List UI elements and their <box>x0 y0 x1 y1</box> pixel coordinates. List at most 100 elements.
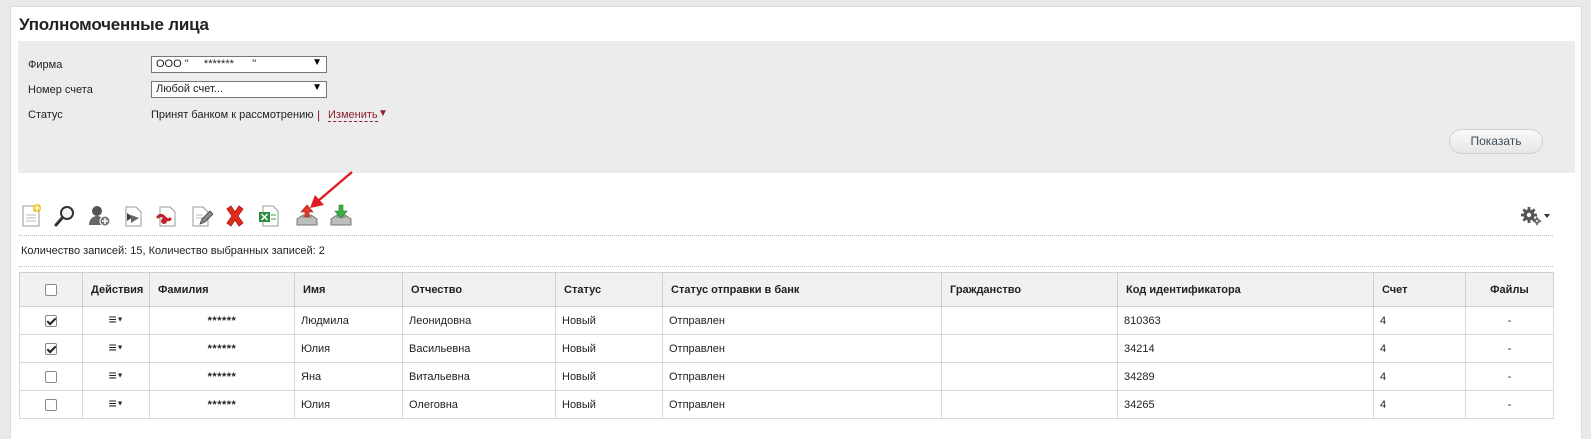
cell-account: 4 <box>1373 306 1466 335</box>
cell-id-code: 810363 <box>1117 306 1374 335</box>
status-change-link[interactable]: Изменить <box>328 109 378 122</box>
cell-patronymic: Витальевна <box>402 362 556 391</box>
table-row[interactable]: ≡▼ ****** Юлия Васильевна Новый Отправле… <box>19 334 1554 363</box>
cell-patronymic: Олеговна <box>402 390 556 419</box>
cell-patronymic: Васильевна <box>402 334 556 363</box>
actions-menu-icon[interactable]: ≡▼ <box>108 396 123 410</box>
add-person-icon[interactable] <box>87 203 111 229</box>
status-value: Принят банком к рассмотрению <box>151 109 314 121</box>
row-select-cell <box>19 362 83 391</box>
account-label: Номер счета <box>28 84 93 96</box>
cell-citizenship <box>941 390 1118 419</box>
firm-select[interactable]: ООО " ******* " ▼ <box>151 56 327 73</box>
cell-account: 4 <box>1373 390 1466 419</box>
actions-menu-icon[interactable]: ≡▼ <box>108 340 123 354</box>
show-button[interactable]: Показать <box>1449 129 1543 154</box>
row-actions-cell: ≡▼ <box>82 334 150 363</box>
select-all-checkbox[interactable] <box>45 283 57 296</box>
cell-status: Новый <box>555 390 663 419</box>
records-table: Действия Фамилия Имя Отчество Статус Ста… <box>19 272 1554 419</box>
excel-export-icon[interactable] <box>257 203 281 229</box>
cell-send-status: Отправлен <box>662 306 942 335</box>
filter-panel: Фирма ООО " ******* " ▼ Номер счета Любо… <box>18 41 1575 173</box>
filter-row-account: Номер счета Любой счет... ▼ <box>28 81 528 99</box>
cell-id-code: 34214 <box>1117 334 1374 363</box>
divider <box>19 266 1553 267</box>
remove-signature-icon[interactable] <box>155 203 179 229</box>
col-header-account[interactable]: Счет <box>1373 272 1466 307</box>
cell-files: - <box>1465 390 1554 419</box>
status-separator: | <box>317 108 321 122</box>
cell-send-status: Отправлен <box>662 334 942 363</box>
cell-name: Людмила <box>294 306 403 335</box>
annotation-arrow-icon <box>306 169 356 213</box>
cell-surname: ****** <box>149 306 295 335</box>
divider <box>19 235 1553 236</box>
cell-surname: ****** <box>149 334 295 363</box>
filter-row-firm: Фирма ООО " ******* " ▼ <box>28 56 528 74</box>
new-document-icon[interactable] <box>19 203 43 229</box>
edit-icon[interactable] <box>189 203 213 229</box>
col-header-status[interactable]: Статус <box>555 272 663 307</box>
col-header-name[interactable]: Имя <box>294 272 403 307</box>
row-select-cell <box>19 390 83 419</box>
actions-menu-icon[interactable]: ≡▼ <box>108 368 123 382</box>
cell-name: Юлия <box>294 334 403 363</box>
cell-id-code: 34265 <box>1117 390 1374 419</box>
row-checkbox[interactable] <box>45 398 57 411</box>
col-header-citizenship[interactable]: Гражданство <box>941 272 1118 307</box>
col-header-surname[interactable]: Фамилия <box>149 272 295 307</box>
cell-id-code: 34289 <box>1117 362 1374 391</box>
firm-label: Фирма <box>28 59 63 71</box>
chevron-down-icon[interactable]: ▼ <box>378 108 388 119</box>
filter-row-status: Статус Принят банком к рассмотрению | Из… <box>28 106 528 124</box>
cell-citizenship <box>941 334 1118 363</box>
cell-account: 4 <box>1373 362 1466 391</box>
row-actions-cell: ≡▼ <box>82 390 150 419</box>
col-header-actions[interactable]: Действия <box>82 272 150 307</box>
account-select-value: Любой счет... <box>156 83 223 95</box>
cell-surname: ****** <box>149 390 295 419</box>
sign-icon[interactable] <box>121 203 145 229</box>
table-row[interactable]: ≡▼ ****** Юлия Олеговна Новый Отправлен … <box>19 390 1554 419</box>
account-select[interactable]: Любой счет... ▼ <box>151 81 327 98</box>
row-select-cell <box>19 334 83 363</box>
cell-status: Новый <box>555 334 663 363</box>
gear-icon[interactable] <box>1519 206 1551 226</box>
col-header-id-code[interactable]: Код идентификатора <box>1117 272 1374 307</box>
cell-patronymic: Леонидовна <box>402 306 556 335</box>
status-label: Статус <box>28 109 63 121</box>
table-header-row: Действия Фамилия Имя Отчество Статус Ста… <box>19 272 1554 307</box>
cell-files: - <box>1465 362 1554 391</box>
row-actions-cell: ≡▼ <box>82 362 150 391</box>
dropdown-arrow-icon: ▼ <box>312 82 322 93</box>
col-header-patronymic[interactable]: Отчество <box>402 272 556 307</box>
row-actions-cell: ≡▼ <box>82 306 150 335</box>
row-checkbox[interactable] <box>45 314 57 327</box>
cell-account: 4 <box>1373 334 1466 363</box>
cell-status: Новый <box>555 362 663 391</box>
records-count: Количество записей: 15, Количество выбра… <box>21 245 325 257</box>
cell-name: Яна <box>294 362 403 391</box>
actions-menu-icon[interactable]: ≡▼ <box>108 312 123 326</box>
cell-send-status: Отправлен <box>662 362 942 391</box>
cell-status: Новый <box>555 306 663 335</box>
col-header-send-status[interactable]: Статус отправки в банк <box>662 272 942 307</box>
cell-citizenship <box>941 362 1118 391</box>
dropdown-arrow-icon: ▼ <box>312 57 322 68</box>
cell-surname: ****** <box>149 362 295 391</box>
table-row[interactable]: ≡▼ ****** Людмила Леонидовна Новый Отпра… <box>19 306 1554 335</box>
cell-files: - <box>1465 306 1554 335</box>
delete-icon[interactable] <box>223 203 247 229</box>
row-checkbox[interactable] <box>45 342 57 355</box>
col-header-files[interactable]: Файлы <box>1465 272 1554 307</box>
table-row[interactable]: ≡▼ ****** Яна Витальевна Новый Отправлен… <box>19 362 1554 391</box>
row-checkbox[interactable] <box>45 370 57 383</box>
cell-files: - <box>1465 334 1554 363</box>
select-all-cell <box>19 272 83 307</box>
cell-name: Юлия <box>294 390 403 419</box>
row-select-cell <box>19 306 83 335</box>
page-title: Уполномоченные лица <box>19 15 209 34</box>
search-icon[interactable] <box>53 203 77 229</box>
page: Уполномоченные лица Фирма ООО " ******* … <box>10 6 1582 439</box>
